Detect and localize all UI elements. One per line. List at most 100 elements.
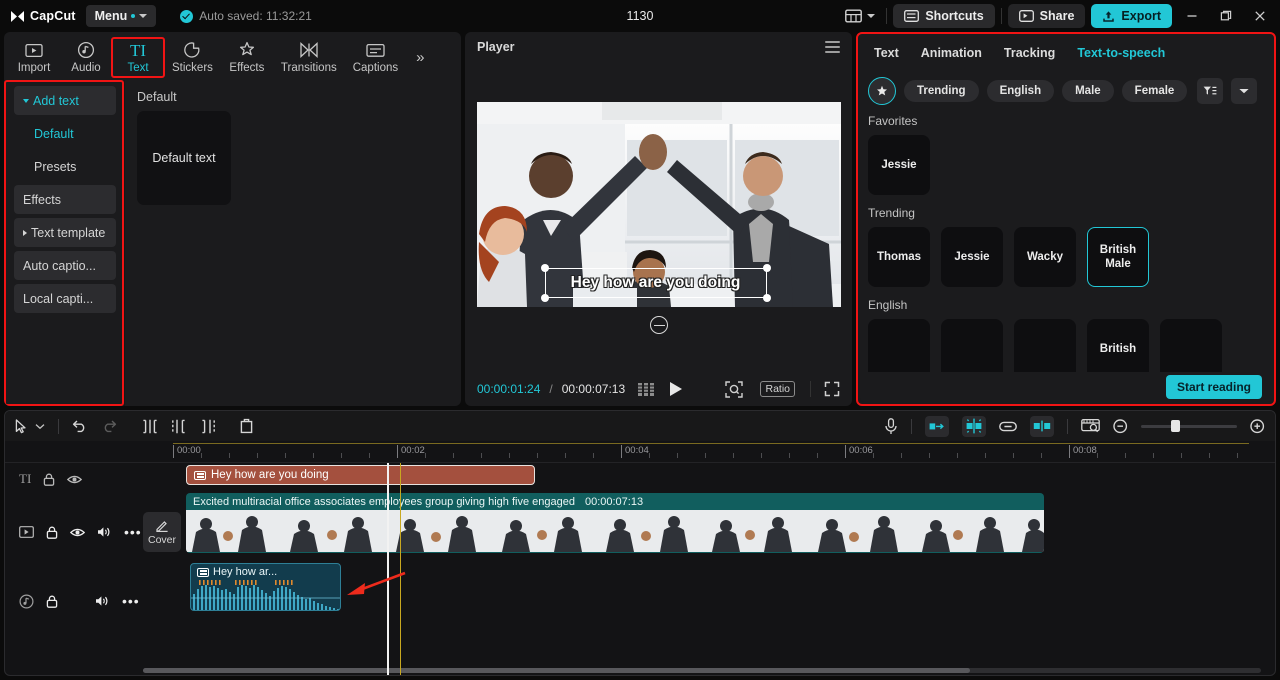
tab-audio[interactable]: Audio — [60, 38, 112, 77]
sidebar-item-label: Effects — [23, 192, 61, 207]
auto-reframe-icon[interactable] — [962, 415, 986, 437]
trim-right-icon[interactable] — [200, 419, 216, 434]
tab-captions[interactable]: Captions — [345, 38, 406, 77]
check-circle-icon — [180, 9, 194, 23]
link-icon[interactable] — [999, 421, 1017, 432]
mirror-icon[interactable] — [1030, 415, 1054, 437]
redo-icon[interactable] — [101, 419, 117, 433]
volume-icon[interactable] — [95, 595, 110, 607]
sidebar-item-presets[interactable]: Presets — [14, 152, 116, 181]
select-tool-icon[interactable] — [15, 418, 28, 434]
player-panel: Player Hey how are you doing 00:00:01:24… — [465, 32, 852, 406]
start-reading-button[interactable]: Start reading — [1165, 375, 1262, 399]
shortcuts-button[interactable]: Shortcuts — [893, 4, 995, 28]
menu-button[interactable]: Menu — [85, 5, 157, 27]
video-canvas[interactable]: Hey how are you doing — [476, 102, 841, 307]
voice-card-jessie[interactable]: Jessie — [941, 227, 1003, 287]
chip-trending[interactable]: Trending — [904, 80, 979, 102]
voice-card-english-3[interactable] — [1014, 319, 1076, 379]
voice-card-british-male[interactable]: British Male — [1087, 227, 1149, 287]
lock-icon[interactable] — [46, 526, 58, 539]
sidebar-item-default[interactable]: Default — [14, 119, 116, 148]
sidebar-item-auto-captions[interactable]: Auto captio... — [14, 251, 116, 280]
tab-effects[interactable]: Effects — [221, 38, 273, 77]
player-menu-button[interactable] — [825, 41, 840, 53]
export-button[interactable]: Export — [1091, 4, 1172, 28]
voice-card-english-british[interactable]: British — [1087, 319, 1149, 379]
timeline-text-clip[interactable]: Hey how are you doing — [186, 465, 535, 485]
filter-button[interactable] — [1197, 78, 1224, 104]
ratio-button[interactable]: Ratio — [760, 381, 795, 397]
timeline-audio-clip[interactable]: Hey how ar... — [190, 563, 341, 611]
more-options-button[interactable] — [1231, 78, 1258, 104]
trim-left-icon[interactable] — [171, 419, 187, 434]
zoom-in-icon[interactable] — [1250, 418, 1265, 434]
timeline-video-clip[interactable]: Excited multiracial office associates em… — [186, 493, 1044, 553]
timeline-preview-icon[interactable] — [1081, 418, 1100, 434]
tab-text[interactable]: TI Text — [111, 36, 165, 78]
layout-button[interactable] — [840, 5, 880, 27]
tab-text-properties[interactable]: Text — [874, 46, 899, 60]
split-icon[interactable] — [142, 419, 158, 434]
tab-stickers[interactable]: Stickers — [164, 38, 221, 77]
cover-button[interactable]: Cover — [143, 512, 181, 552]
close-button[interactable] — [1246, 3, 1274, 29]
rotate-handle-icon[interactable] — [649, 316, 668, 334]
selection-handle-br[interactable] — [762, 294, 771, 302]
chip-english[interactable]: English — [986, 80, 1055, 102]
selection-handle-tl[interactable] — [540, 264, 549, 272]
voice-card-english-2[interactable] — [941, 319, 1003, 379]
volume-icon[interactable] — [97, 526, 112, 538]
delete-icon[interactable] — [239, 418, 254, 434]
tab-import[interactable]: Import — [8, 38, 60, 77]
selection-handle-bl[interactable] — [540, 294, 549, 302]
favorites-filter-button[interactable] — [868, 77, 896, 105]
auto-cut-icon[interactable] — [925, 415, 949, 437]
record-voiceover-icon[interactable] — [884, 417, 898, 435]
text-clip-badge-icon — [194, 470, 206, 480]
more-options-icon[interactable]: ••• — [122, 593, 140, 609]
minimize-button[interactable] — [1178, 3, 1206, 29]
share-button[interactable]: Share — [1007, 4, 1086, 28]
sidebar-item-text-template[interactable]: Text template — [14, 218, 116, 247]
timeline-horizontal-scrollbar[interactable] — [143, 668, 1261, 673]
more-options-icon[interactable]: ••• — [124, 524, 142, 540]
tab-transitions[interactable]: Transitions — [273, 38, 345, 77]
select-tool-dropdown-icon[interactable] — [35, 423, 45, 430]
maximize-button[interactable] — [1212, 3, 1240, 29]
zoom-out-icon[interactable] — [1113, 418, 1128, 434]
more-tabs-button[interactable]: » — [410, 49, 430, 66]
voice-card-jessie-fav[interactable]: Jessie — [868, 135, 930, 195]
tab-animation[interactable]: Animation — [921, 46, 982, 60]
voice-card-wacky[interactable]: Wacky — [1014, 227, 1076, 287]
play-button[interactable] — [670, 382, 683, 396]
fullscreen-icon[interactable] — [824, 381, 840, 397]
text-sidebar: Add text Default Presets Effects Text te… — [4, 80, 124, 406]
chip-male[interactable]: Male — [1062, 80, 1114, 102]
magnifier-frame-icon[interactable] — [725, 380, 744, 398]
sidebar-item-add-text[interactable]: Add text — [14, 86, 116, 115]
tab-text-to-speech[interactable]: Text-to-speech — [1077, 46, 1165, 60]
zoom-slider[interactable] — [1141, 420, 1237, 432]
voice-library[interactable]: Favorites Jessie Trending Thomas Jessie — [858, 110, 1274, 404]
voice-card-english-1[interactable] — [868, 319, 930, 379]
export-icon — [1103, 10, 1115, 22]
frames-view-icon[interactable] — [638, 382, 656, 396]
zoom-slider-knob[interactable] — [1171, 420, 1180, 432]
eye-icon[interactable] — [70, 527, 85, 538]
chip-female[interactable]: Female — [1121, 80, 1188, 102]
sidebar-item-effects[interactable]: Effects — [14, 185, 116, 214]
eye-icon[interactable] — [67, 474, 83, 485]
overlay-text[interactable]: Hey how are you doing — [547, 270, 765, 296]
undo-icon[interactable] — [72, 419, 88, 433]
lock-icon[interactable] — [43, 473, 55, 486]
voice-card-english-5[interactable] — [1160, 319, 1222, 379]
sidebar-item-local-captions[interactable]: Local capti... — [14, 284, 116, 313]
timeline-tracks[interactable]: TI ••• ••• Cover Hey how are you doing E… — [5, 463, 1275, 675]
selection-handle-tr[interactable] — [762, 264, 771, 272]
lock-icon[interactable] — [46, 595, 58, 608]
timeline-ruler[interactable]: 00:00 00:02 00:04 00:06 00:08 — [5, 441, 1275, 463]
voice-card-thomas[interactable]: Thomas — [868, 227, 930, 287]
preset-card-default-text[interactable]: Default text — [137, 111, 231, 205]
tab-tracking[interactable]: Tracking — [1004, 46, 1055, 60]
